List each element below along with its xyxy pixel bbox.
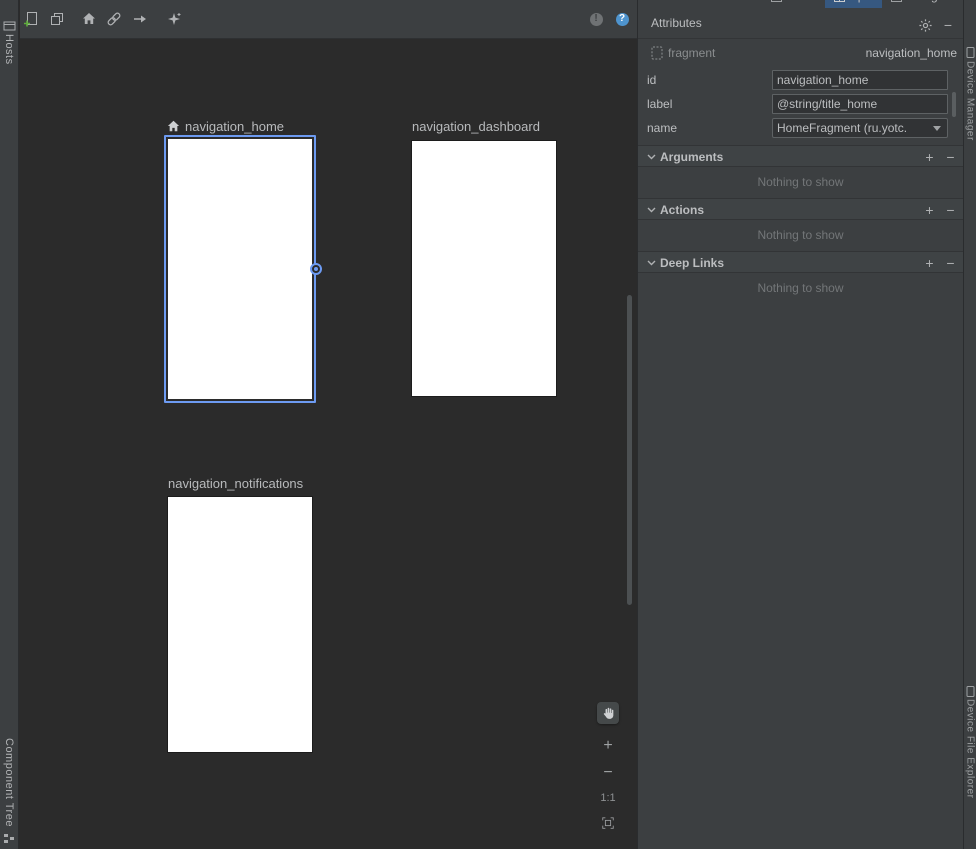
tab-split[interactable]: Split (825, 0, 882, 8)
chevron-down-icon (931, 126, 943, 131)
zoom-to-fit-button[interactable] (597, 815, 619, 831)
pan-button[interactable] (597, 702, 619, 724)
device-manager-icon (966, 47, 975, 58)
add-argument-button[interactable]: + (922, 148, 937, 166)
hosts-icon (3, 20, 16, 33)
navigation-graph-canvas[interactable]: navigation_home navigation_dashboard nav… (20, 39, 637, 849)
deep-links-empty-text: Nothing to show (638, 281, 963, 295)
fragment-preview (168, 139, 312, 399)
remove-action-button[interactable]: − (943, 201, 958, 219)
zoom-in-button[interactable]: + (597, 738, 619, 754)
fragment-card-dashboard[interactable] (412, 141, 556, 396)
errors-indicator-icon[interactable]: ! (586, 9, 606, 29)
action-connection-handle[interactable] (310, 263, 322, 275)
fragment-card-home[interactable] (164, 135, 316, 403)
section-title: Deep Links (660, 256, 724, 270)
fragment-type-icon (651, 46, 663, 60)
fit-screen-icon (601, 816, 615, 830)
element-type-label: fragment (668, 46, 715, 60)
device-file-explorer-tool-button[interactable]: Device File Explorer (965, 699, 976, 798)
fragment-label-text: navigation_home (185, 119, 284, 134)
new-destination-button[interactable] (21, 9, 41, 29)
fragment-label-notifications[interactable]: navigation_notifications (168, 475, 303, 491)
hosts-tool-button[interactable]: Hosts (3, 34, 15, 65)
chevron-down-icon (647, 207, 656, 213)
section-header-arguments[interactable]: Arguments + − (638, 145, 963, 167)
attributes-panel: Attributes − fragment navigation_home id… (637, 0, 963, 849)
label-field-input[interactable] (772, 94, 948, 114)
id-field-label: id (647, 73, 656, 87)
id-field-input[interactable] (772, 70, 948, 90)
section-header-actions[interactable]: Actions + − (638, 198, 963, 220)
hide-panel-icon[interactable]: − (940, 17, 956, 33)
home-icon (167, 120, 180, 132)
component-tree-icon (4, 833, 15, 844)
arguments-empty-text: Nothing to show (638, 175, 963, 189)
name-field-value: HomeFragment (ru.yotc. (777, 121, 931, 135)
fragment-label-text: navigation_notifications (168, 476, 303, 491)
zoom-ratio-button[interactable]: 1:1 (597, 791, 619, 805)
tab-label: Design (907, 0, 944, 3)
remove-argument-button[interactable]: − (943, 148, 958, 166)
device-file-explorer-icon (966, 686, 975, 697)
tab-code[interactable]: Code (762, 0, 825, 8)
fragment-card-notifications[interactable] (168, 497, 312, 752)
chevron-down-icon (647, 154, 656, 160)
editor-mode-tabs: Code Split Design (762, 0, 963, 8)
component-tree-tool-button[interactable]: Component Tree (3, 738, 15, 827)
hand-icon (601, 706, 615, 720)
device-manager-tool-button[interactable]: Device Manager (965, 61, 976, 141)
home-button[interactable] (79, 9, 99, 29)
add-deep-link-button[interactable]: + (922, 254, 937, 272)
actions-empty-text: Nothing to show (638, 228, 963, 242)
gear-icon[interactable] (917, 17, 933, 33)
name-field-dropdown[interactable]: HomeFragment (ru.yotc. (772, 118, 948, 138)
auto-arrange-button[interactable] (164, 9, 184, 29)
canvas-vertical-scrollbar[interactable] (627, 295, 632, 605)
navigation-editor-toolbar: ! ? (20, 0, 637, 39)
action-arrow-button[interactable] (130, 9, 150, 29)
zoom-out-button[interactable]: − (597, 765, 619, 781)
add-action-button[interactable]: + (922, 201, 937, 219)
deep-link-button[interactable] (104, 9, 124, 29)
tab-design[interactable]: Design (882, 0, 953, 8)
label-field-label: label (647, 97, 672, 111)
fragment-label-home[interactable]: navigation_home (167, 118, 284, 134)
section-title: Actions (660, 203, 704, 217)
selected-element-row: fragment navigation_home (638, 43, 963, 63)
fragment-label-text: navigation_dashboard (412, 119, 540, 134)
nested-graph-button[interactable] (47, 9, 67, 29)
help-button[interactable]: ? (612, 9, 632, 29)
remove-deep-link-button[interactable]: − (943, 254, 958, 272)
right-tool-strip: Device Manager Device File Explorer (963, 0, 976, 849)
attributes-panel-title: Attributes (651, 16, 702, 30)
fragment-label-dashboard[interactable]: navigation_dashboard (412, 118, 540, 134)
left-tool-strip: Hosts Component Tree (0, 0, 19, 849)
attributes-scrollbar[interactable] (952, 92, 956, 117)
tab-label: Code (787, 0, 816, 3)
chevron-down-icon (647, 260, 656, 266)
name-field-label: name (647, 121, 677, 135)
element-id-value: navigation_home (866, 46, 957, 60)
section-title: Arguments (660, 150, 723, 164)
tab-label: Split (850, 0, 873, 3)
section-header-deep-links[interactable]: Deep Links + − (638, 251, 963, 273)
